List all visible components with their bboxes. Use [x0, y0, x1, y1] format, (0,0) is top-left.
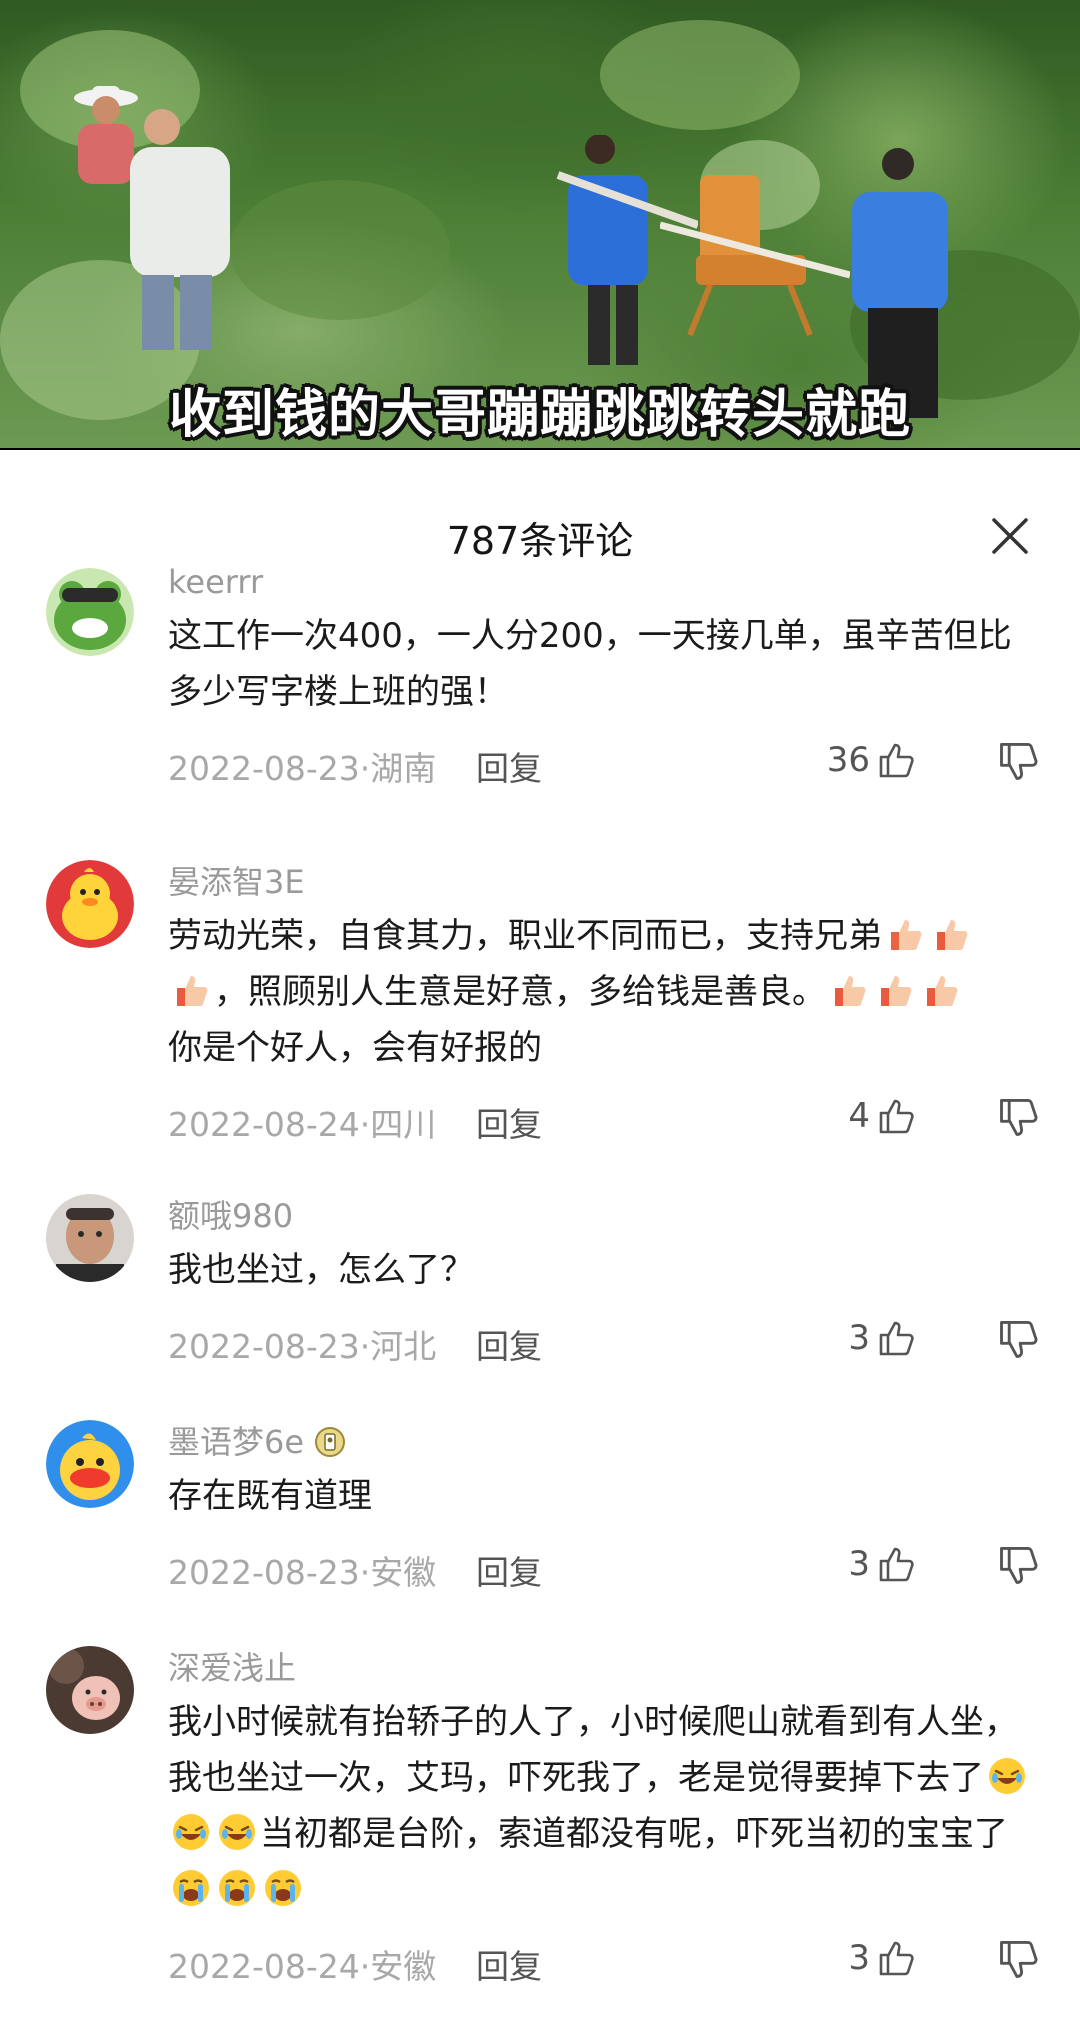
like-button[interactable]: 3: [848, 1544, 916, 1584]
thumbs-up-icon: [879, 743, 914, 778]
thumbs-down-icon: [1000, 1940, 1038, 1978]
crying-emoji: [219, 1870, 255, 1906]
video-player[interactable]: 收到钱的大哥蹦蹦跳跳转头就跑: [0, 0, 1080, 450]
video-subtitle: 收到钱的大哥蹦蹦跳跳转头就跑: [168, 385, 911, 445]
thumbs-up-icon: [879, 1941, 914, 1976]
like-button[interactable]: 3: [848, 1318, 916, 1358]
like-count: 3: [848, 1318, 870, 1358]
close-icon: [992, 518, 1028, 554]
comment-meta: 2022-08-23·安徽 回复 3: [168, 1538, 1040, 1594]
comment-date-location: 2022-08-23·河北: [168, 1327, 437, 1366]
thumbs-down-icon: [1000, 1320, 1038, 1358]
thumbs-down-icon: [1000, 1546, 1038, 1584]
user-badge-icon: [315, 1427, 346, 1457]
rofl-emoji: [989, 1758, 1025, 1794]
close-button[interactable]: [988, 514, 1032, 558]
dislike-button[interactable]: [996, 740, 1040, 784]
user-avatar[interactable]: [46, 568, 134, 656]
comment-meta: 2022-08-23·湖南 回复 36: [168, 734, 1040, 790]
comment-meta: 2022-08-24·安徽 回复 3: [168, 1932, 1040, 1988]
username[interactable]: keerrr: [168, 560, 1040, 604]
thumbs-down-icon: [1000, 1098, 1038, 1136]
thumbs-up-emoji: [891, 920, 922, 950]
thumbs-up-emoji: [937, 920, 968, 950]
like-button[interactable]: 3: [848, 1938, 916, 1978]
comment-text: 我也坐过，怎么了？: [168, 1250, 474, 1290]
dislike-button[interactable]: [996, 1318, 1040, 1362]
comment-text: 劳动光荣，自食其力，职业不同而已，支持兄弟 ，照顾别人生意是好意，多给钱是善良。你…: [168, 908, 1040, 1076]
comment-date-location: 2022-08-24·四川: [168, 1105, 437, 1144]
user-avatar[interactable]: [46, 1646, 134, 1734]
reply-button[interactable]: 回复: [476, 1940, 542, 1988]
comment-date-location: 2022-08-24·安徽: [168, 1947, 437, 1986]
like-count: 3: [848, 1938, 870, 1978]
user-avatar[interactable]: [46, 1194, 134, 1282]
like-button[interactable]: 36: [827, 740, 916, 780]
username[interactable]: 额哦980: [168, 1194, 1040, 1238]
reply-button[interactable]: 回复: [476, 1546, 542, 1594]
pig-photo-avatar: [46, 1646, 134, 1734]
thumbs-up-icon: [879, 1321, 914, 1356]
username[interactable]: 深爱浅止: [168, 1646, 1040, 1690]
duck-avatar-icon: [46, 860, 134, 948]
reply-button[interactable]: 回复: [476, 742, 542, 790]
sedan-chair-figure: [660, 175, 850, 337]
crying-emoji: [265, 1870, 301, 1906]
username[interactable]: 墨语梦6e: [168, 1420, 1040, 1464]
comment-meta: 2022-08-24·四川 回复 4: [168, 1090, 1040, 1146]
thumbs-up-emoji: [835, 976, 866, 1006]
reply-button[interactable]: 回复: [476, 1098, 542, 1146]
dislike-button[interactable]: [996, 1938, 1040, 1982]
like-count: 3: [848, 1544, 870, 1584]
username[interactable]: 晏添智3E: [168, 860, 1040, 904]
thumbs-up-emoji: [927, 976, 958, 1006]
user-avatar[interactable]: [46, 860, 134, 948]
comment-text: 我小时候就有抬轿子的人了，小时候爬山就看到有人坐，我也坐过一次，艾玛，吓死我了，…: [168, 1694, 1040, 1918]
comment-date-location: 2022-08-23·湖南: [168, 749, 437, 788]
like-button[interactable]: 4: [848, 1096, 916, 1136]
dislike-button[interactable]: [996, 1096, 1040, 1140]
comment-date-location: 2022-08-23·安徽: [168, 1553, 437, 1592]
like-count: 36: [826, 740, 870, 780]
comment-count-title: 787条评论: [446, 519, 634, 563]
thumbs-up-emoji: [177, 976, 208, 1006]
comment-meta: 2022-08-23·河北 回复 3: [168, 1312, 1040, 1368]
like-count: 4: [848, 1096, 870, 1136]
crying-emoji: [173, 1870, 209, 1906]
frog-avatar-icon: [46, 568, 134, 656]
thumbs-up-emoji: [881, 976, 912, 1006]
man-photo-avatar: [46, 1194, 134, 1282]
comments-sheet: 787条评论 keerrr 这工作一次400，一人分200，一天接几单，虽辛苦但…: [0, 478, 1080, 2038]
thumbs-down-icon: [1000, 742, 1038, 780]
rofl-emoji: [219, 1814, 255, 1850]
comment-text: 存在既有道理: [168, 1476, 372, 1516]
comment-text: 这工作一次400，一人分200，一天接几单，虽辛苦但比多少写字楼上班的强！: [168, 616, 1012, 712]
dislike-button[interactable]: [996, 1544, 1040, 1588]
reply-button[interactable]: 回复: [476, 1320, 542, 1368]
thumbs-up-icon: [879, 1099, 914, 1134]
user-avatar[interactable]: [46, 1420, 134, 1508]
yellow-bird-avatar-icon: [46, 1420, 134, 1508]
man-in-white-shirt-figure: [130, 109, 230, 350]
thumbs-up-icon: [879, 1547, 914, 1582]
rofl-emoji: [173, 1814, 209, 1850]
